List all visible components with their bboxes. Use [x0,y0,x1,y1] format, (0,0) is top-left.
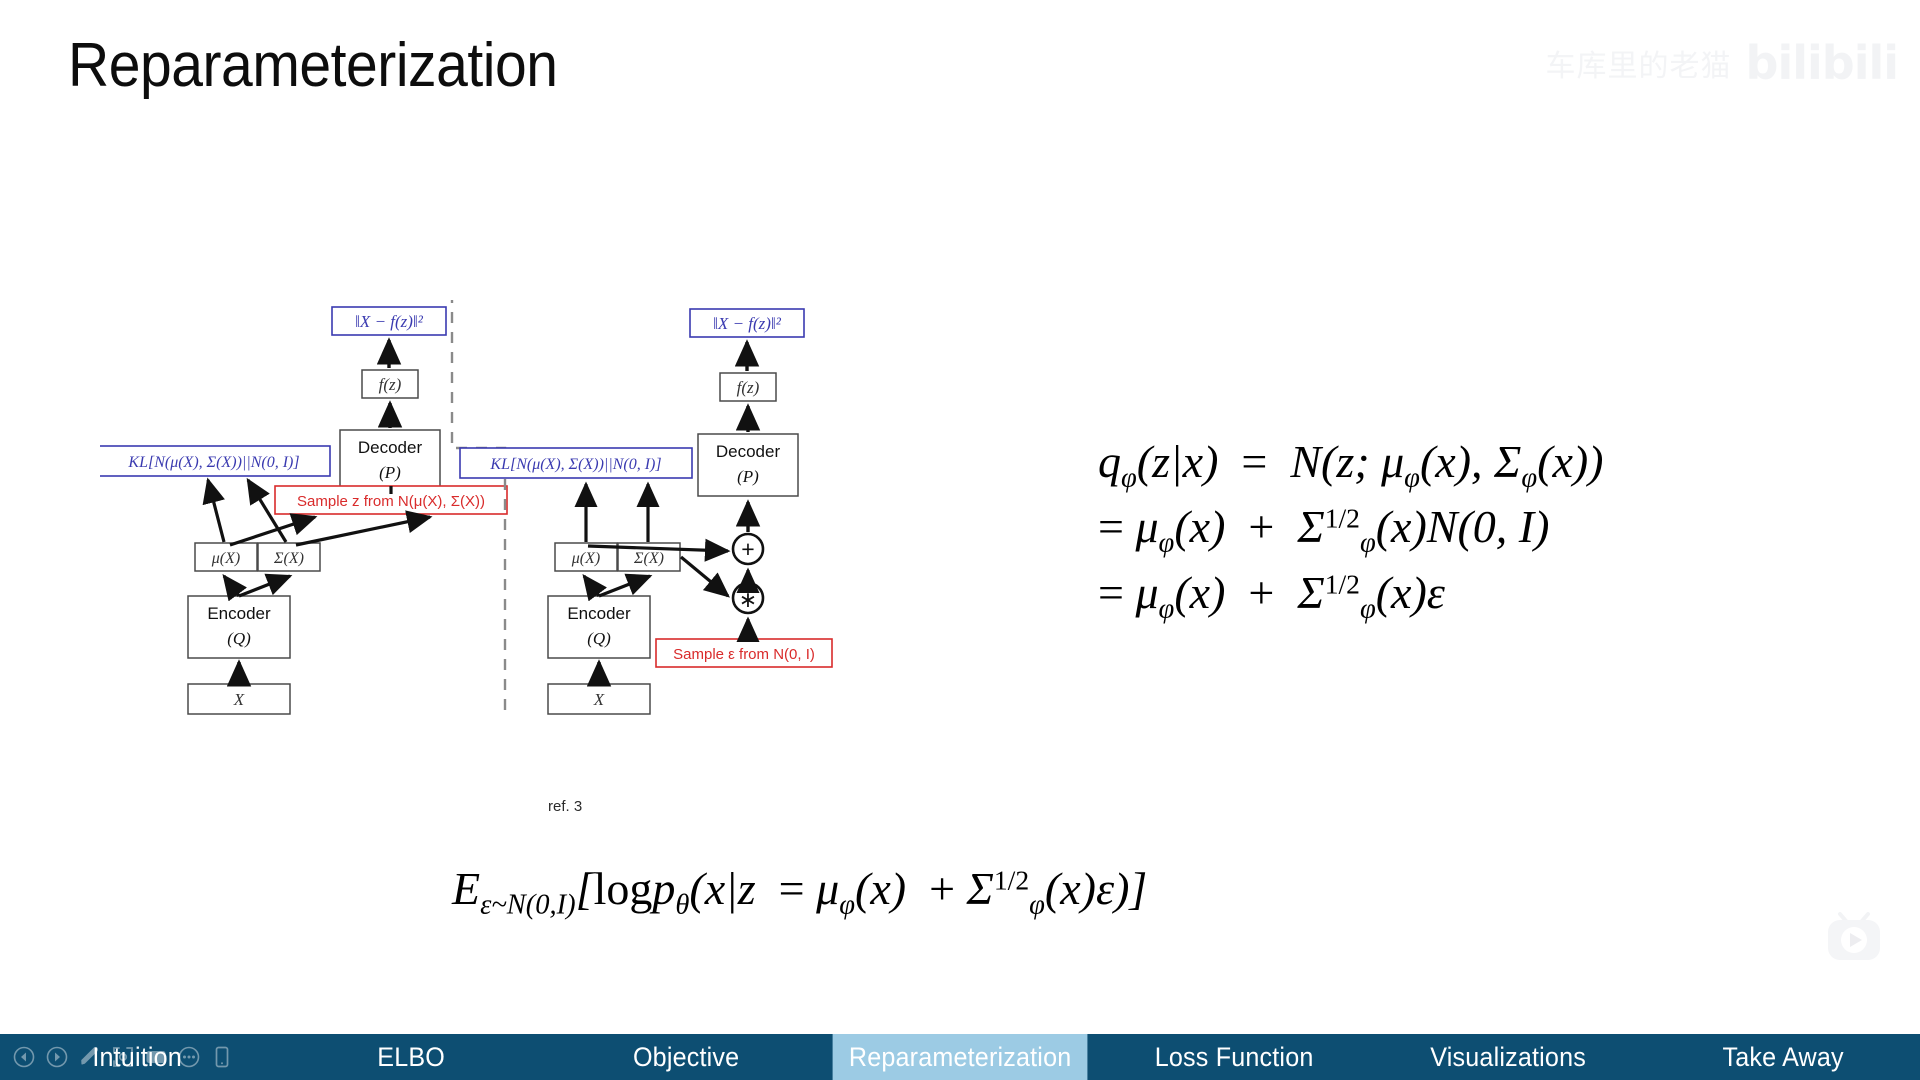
svg-text:X: X [593,690,605,709]
bilibili-tv-play-icon [1824,910,1884,968]
svg-text:Sample z from N(μ(X), Σ(X)): Sample z from N(μ(X), Σ(X)) [297,493,485,510]
svg-text:(P): (P) [737,467,759,486]
mobile-view-icon[interactable] [210,1045,234,1069]
svg-text:X: X [233,690,245,709]
screen-icon[interactable] [144,1045,168,1069]
bilibili-watermark: 车库里的老猫 bilibili [1545,36,1899,90]
more-options-icon[interactable] [177,1045,201,1069]
svg-text:KL[N(μ(X), Σ(X))||N(0, I)]: KL[N(μ(X), Σ(X))||N(0, I)] [489,456,661,473]
svg-text:KL[N(μ(X), Σ(X))||N(0, I)]: KL[N(μ(X), Σ(X))||N(0, I)] [127,454,299,471]
equation-line-2: = μφ(x) + Σ1/2φ(x)N(0, I) [1098,501,1550,560]
svg-text:(Q): (Q) [227,629,251,648]
section-navigation-bar[interactable]: Intuition ELBO Objective Reparameterizat… [0,1034,1920,1080]
svg-text:(Q): (Q) [587,629,611,648]
watermark-username: 车库里的老猫 [1545,49,1732,84]
svg-text:Decoder: Decoder [716,442,781,461]
vae-reparameterization-diagram: ‖X − f(z)‖² f(z) Decoder (P) KL[N(μ(X), … [100,300,1040,840]
page-title: Reparameterization [68,31,558,100]
figure-reference-caption: ref. 3 [548,798,583,815]
svg-text:Encoder: Encoder [567,604,631,623]
svg-text:Σ(X): Σ(X) [633,550,664,567]
svg-text:‖X − f(z)‖²: ‖X − f(z)‖² [713,314,782,333]
svg-text:+: + [741,536,754,562]
bilibili-logo: bilibili [1745,36,1899,90]
nav-item-elbo[interactable]: ELBO [284,1034,539,1080]
nav-item-objective[interactable]: Objective [558,1034,813,1080]
svg-text:f(z): f(z) [379,375,402,394]
pen-annotate-icon[interactable] [78,1045,102,1069]
nav-item-reparameterization[interactable]: Reparameterization [832,1034,1088,1080]
equation-line-3: = μφ(x) + Σ1/2φ(x)ε [1098,566,1445,625]
svg-text:Sample ε from N(0, I): Sample ε from N(0, I) [673,646,815,663]
svg-text:Encoder: Encoder [207,604,271,623]
svg-text:μ(X): μ(X) [211,550,240,567]
svg-text:Decoder: Decoder [358,438,423,457]
svg-text:‖X − f(z)‖²: ‖X − f(z)‖² [355,312,424,331]
nav-item-loss-function[interactable]: Loss Function [1107,1034,1362,1080]
nav-item-visualizations[interactable]: Visualizations [1381,1034,1636,1080]
svg-text:μ(X): μ(X) [571,550,600,567]
svg-text:(P): (P) [379,463,401,482]
equation-block-right: qφ(z|x) = N(z; μφ(x), Σφ(x)) = μφ(x) + Σ… [1098,432,1604,628]
svg-text:∗: ∗ [739,587,757,612]
zoom-region-icon[interactable] [111,1045,135,1069]
svg-text:Σ(X): Σ(X) [273,550,304,567]
presentation-controls[interactable] [8,1034,234,1080]
svg-text:f(z): f(z) [737,378,760,397]
next-slide-icon[interactable] [45,1045,69,1069]
nav-item-take-away[interactable]: Take Away [1655,1034,1910,1080]
prev-slide-icon[interactable] [12,1045,36,1069]
equation-line-1: qφ(z|x) = N(z; μφ(x), Σφ(x)) [1098,436,1604,494]
equation-expectation: Eε~N(0,I)[logpθ(x|z = μφ(x) + Σ1/2φ(x)ε)… [452,863,1148,921]
